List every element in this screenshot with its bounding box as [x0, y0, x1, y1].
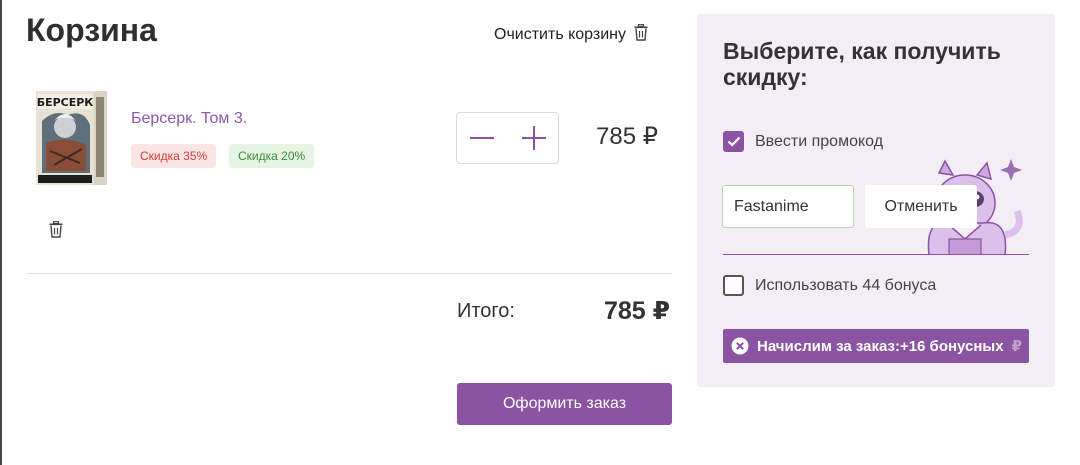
clear-cart-button[interactable]: Очистить корзину — [494, 23, 648, 46]
promo-underline — [723, 254, 1029, 255]
bonus-currency-symbol: ₽ — [1011, 338, 1022, 355]
decrease-quantity-button[interactable] — [457, 113, 507, 163]
remove-item-trash-icon[interactable] — [49, 220, 63, 243]
product-name-link[interactable]: Берсерк. Том 3. — [131, 110, 247, 128]
checkout-button[interactable]: Оформить заказ — [457, 383, 672, 425]
use-bonus-checkbox-label: Использовать 44 бонуса — [755, 276, 937, 294]
window-edge — [0, 0, 2, 465]
discount-panel: Выберите, как получить скидку: Ввести пр… — [697, 14, 1055, 387]
clear-cart-label: Очистить корзину — [494, 26, 626, 43]
minus-icon — [470, 137, 494, 139]
use-bonus-checkbox[interactable]: Использовать 44 бонуса — [723, 275, 936, 296]
total-label: Итого: — [457, 300, 515, 322]
discount-badge-35: Скидка 35% — [131, 144, 217, 168]
promo-code-input[interactable] — [722, 185, 854, 228]
promo-code-checkbox[interactable]: Ввести промокод — [723, 131, 883, 152]
discount-badge-20: Скидка 20% — [229, 144, 315, 168]
checkbox-unchecked[interactable] — [723, 275, 744, 296]
check-icon — [727, 136, 740, 147]
total-value: 785 ₽ — [604, 297, 671, 325]
cart-divider — [26, 273, 672, 274]
increase-quantity-button[interactable] — [509, 113, 559, 163]
checkbox-checked[interactable] — [723, 131, 744, 152]
trash-icon — [634, 23, 648, 46]
cart-title: Корзина — [26, 12, 157, 48]
discount-panel-title: Выберите, как получить скидку: — [723, 38, 1001, 90]
bonus-accrual-banner: Начислим за заказ:+16 бонусных ₽ — [723, 329, 1029, 363]
bonus-accrual-text: Начислим за заказ:+16 бонусных — [757, 337, 1004, 355]
product-cover-image[interactable]: БЕРСЕРК — [36, 91, 107, 185]
promo-code-checkbox-label: Ввести промокод — [755, 132, 884, 150]
quantity-stepper — [456, 112, 559, 164]
cover-title: БЕРСЕРК — [37, 96, 94, 109]
plus-icon — [522, 126, 546, 150]
close-circle-icon[interactable] — [731, 337, 749, 355]
cancel-promo-button[interactable]: Отменить — [865, 185, 977, 228]
item-price: 785 ₽ — [596, 123, 658, 150]
